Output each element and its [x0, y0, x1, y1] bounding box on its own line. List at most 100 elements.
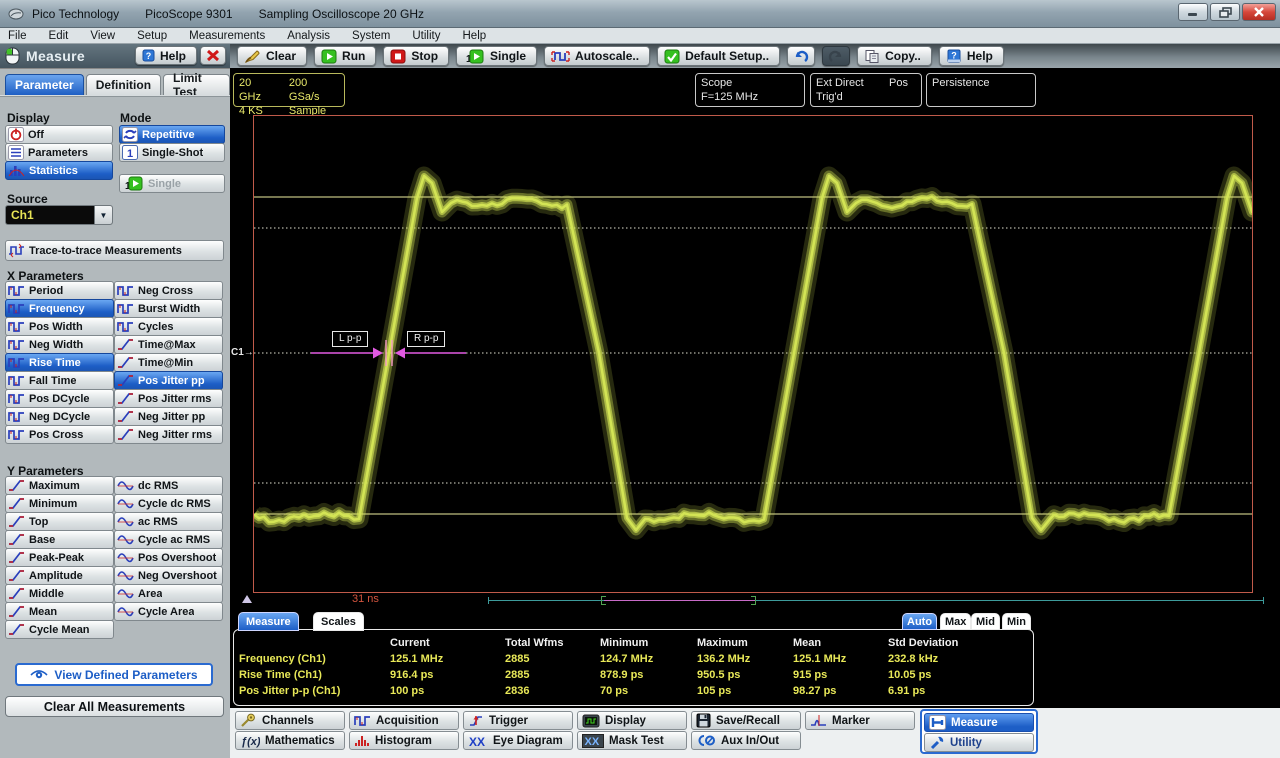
param-dc-rms[interactable]: dc RMS	[114, 476, 223, 495]
menu-view[interactable]: View	[90, 30, 115, 42]
tab-parameter[interactable]: Parameter	[5, 74, 84, 95]
help-button[interactable]: ?Help	[939, 46, 1004, 66]
stat-tab-min[interactable]: Min	[1002, 613, 1031, 630]
param-pos-overshoot[interactable]: Pos Overshoot	[114, 548, 223, 567]
nav-measure-button[interactable]: Measure	[924, 713, 1034, 732]
param-top[interactable]: Top	[5, 512, 114, 531]
menu-help[interactable]: Help	[463, 30, 487, 42]
mtab-scales[interactable]: Scales	[313, 612, 364, 631]
zoom-region-bar[interactable]	[604, 600, 756, 601]
param-mode-repetitive[interactable]: Repetitive	[119, 125, 225, 144]
nav-utility-button[interactable]: Utility	[924, 733, 1034, 752]
stat-tab-auto[interactable]: Auto	[902, 613, 937, 630]
param-display-parameters[interactable]: Parameters	[5, 143, 113, 162]
param-period[interactable]: Period	[5, 281, 114, 300]
scope-display[interactable]: L p-p R p-p	[253, 115, 1253, 593]
default-setup-button[interactable]: Default Setup..	[657, 46, 780, 66]
stop-button[interactable]: Stop	[383, 46, 449, 66]
menu-measurements[interactable]: Measurements	[189, 30, 265, 42]
nav-eye-diagram-button[interactable]: XXEye Diagram	[463, 731, 573, 750]
menu-utility[interactable]: Utility	[412, 30, 440, 42]
param-time-min[interactable]: Time@Min	[114, 353, 223, 372]
param-burst-width[interactable]: Burst Width	[114, 299, 223, 318]
param-neg-width[interactable]: Neg Width	[5, 335, 114, 354]
source-select[interactable]: Ch1 ▼	[5, 205, 113, 225]
copy-button[interactable]: Copy..	[857, 46, 932, 66]
menu-system[interactable]: System	[352, 30, 390, 42]
clear-all-measurements-button[interactable]: Clear All Measurements	[5, 696, 224, 717]
param-cycle-ac-rms[interactable]: Cycle ac RMS	[114, 530, 223, 549]
nav-histogram-button[interactable]: Histogram	[349, 731, 459, 750]
marker-label-left[interactable]: L p-p	[332, 331, 368, 347]
single-button[interactable]: 1Single	[456, 46, 537, 66]
param-neg-jitter-rms[interactable]: Neg Jitter rms	[114, 425, 223, 444]
stat-tab-mid[interactable]: Mid	[971, 613, 1000, 630]
restore-button[interactable]	[1210, 3, 1240, 21]
param-neg-overshoot[interactable]: Neg Overshoot	[114, 566, 223, 585]
disp-icon	[582, 714, 600, 728]
col-header: Minimum	[600, 637, 648, 649]
sq-icon	[8, 427, 25, 442]
param-mean[interactable]: Mean	[5, 602, 114, 621]
param-display-off[interactable]: Off	[5, 125, 113, 144]
timebase-marker-icon[interactable]	[242, 595, 252, 603]
nav-mathematics-button[interactable]: ƒ(x)Mathematics	[235, 731, 345, 750]
row-value: 125.1 MHz	[390, 653, 443, 665]
param-pos-cross[interactable]: Pos Cross	[5, 425, 114, 444]
clear-button[interactable]: Clear	[237, 46, 307, 66]
param-neg-cross[interactable]: Neg Cross	[114, 281, 223, 300]
param-cycles[interactable]: Cycles	[114, 317, 223, 336]
menu-analysis[interactable]: Analysis	[287, 30, 330, 42]
param-pos-jitter-rms[interactable]: Pos Jitter rms	[114, 389, 223, 408]
param-minimum[interactable]: Minimum	[5, 494, 114, 513]
param-neg-dcycle[interactable]: Neg DCycle	[5, 407, 114, 426]
param-pos-width[interactable]: Pos Width	[5, 317, 114, 336]
param-pos-dcycle[interactable]: Pos DCycle	[5, 389, 114, 408]
param-cycle-area[interactable]: Cycle Area	[114, 602, 223, 621]
undo-button[interactable]	[787, 46, 815, 66]
panel-close-button[interactable]	[200, 46, 226, 65]
zoom-bracket-right[interactable]	[751, 596, 756, 605]
param-middle[interactable]: Middle	[5, 584, 114, 603]
param-time-max[interactable]: Time@Max	[114, 335, 223, 354]
nav-mask-test-button[interactable]: XXMask Test	[577, 731, 687, 750]
param-ac-rms[interactable]: ac RMS	[114, 512, 223, 531]
param-pos-jitter-pp[interactable]: Pos Jitter pp	[114, 371, 223, 390]
nav-save-recall-button[interactable]: Save/Recall	[691, 711, 801, 730]
param-maximum[interactable]: Maximum	[5, 476, 114, 495]
param-neg-jitter-pp[interactable]: Neg Jitter pp	[114, 407, 223, 426]
param-area[interactable]: Area	[114, 584, 223, 603]
param-fall-time[interactable]: Fall Time	[5, 371, 114, 390]
trace-to-trace-button[interactable]: Trace-to-trace Measurements	[5, 240, 224, 261]
nav-channels-button[interactable]: Channels	[235, 711, 345, 730]
minimize-button[interactable]	[1178, 3, 1208, 21]
param-cycle-dc-rms[interactable]: Cycle dc RMS	[114, 494, 223, 513]
param-rise-time[interactable]: Rise Time	[5, 353, 114, 372]
mtab-measure[interactable]: Measure	[238, 612, 299, 631]
menu-setup[interactable]: Setup	[137, 30, 167, 42]
param-display-statistics[interactable]: Statistics	[5, 161, 113, 180]
view-defined-parameters-button[interactable]: View Defined Parameters	[15, 663, 213, 686]
zoom-bracket-left[interactable]	[601, 596, 606, 605]
panel-help-button[interactable]: ?Help	[135, 46, 197, 65]
menu-edit[interactable]: Edit	[49, 30, 69, 42]
tab-definition[interactable]: Definition	[86, 74, 161, 95]
param-base[interactable]: Base	[5, 530, 114, 549]
nav-acquisition-button[interactable]: Acquisition	[349, 711, 459, 730]
menu-file[interactable]: File	[8, 30, 27, 42]
nav-display-button[interactable]: Display	[577, 711, 687, 730]
param-mode-single-shot[interactable]: 1Single-Shot	[119, 143, 225, 162]
param-cycle-mean[interactable]: Cycle Mean	[5, 620, 114, 639]
nav-aux-in-out-button[interactable]: Aux In/Out	[691, 731, 801, 750]
param-frequency[interactable]: Frequency	[5, 299, 114, 318]
autoscale-button[interactable]: Autoscale..	[544, 46, 650, 66]
stat-tab-max[interactable]: Max	[940, 613, 971, 630]
nav-marker-button[interactable]: Marker	[805, 711, 915, 730]
close-button[interactable]	[1242, 3, 1276, 21]
marker-label-right[interactable]: R p-p	[407, 331, 445, 347]
param-amplitude[interactable]: Amplitude	[5, 566, 114, 585]
tab-limit-test[interactable]: Limit Test	[163, 74, 230, 95]
nav-trigger-button[interactable]: Trigger	[463, 711, 573, 730]
run-button[interactable]: Run	[314, 46, 376, 66]
param-peak-peak[interactable]: Peak-Peak	[5, 548, 114, 567]
